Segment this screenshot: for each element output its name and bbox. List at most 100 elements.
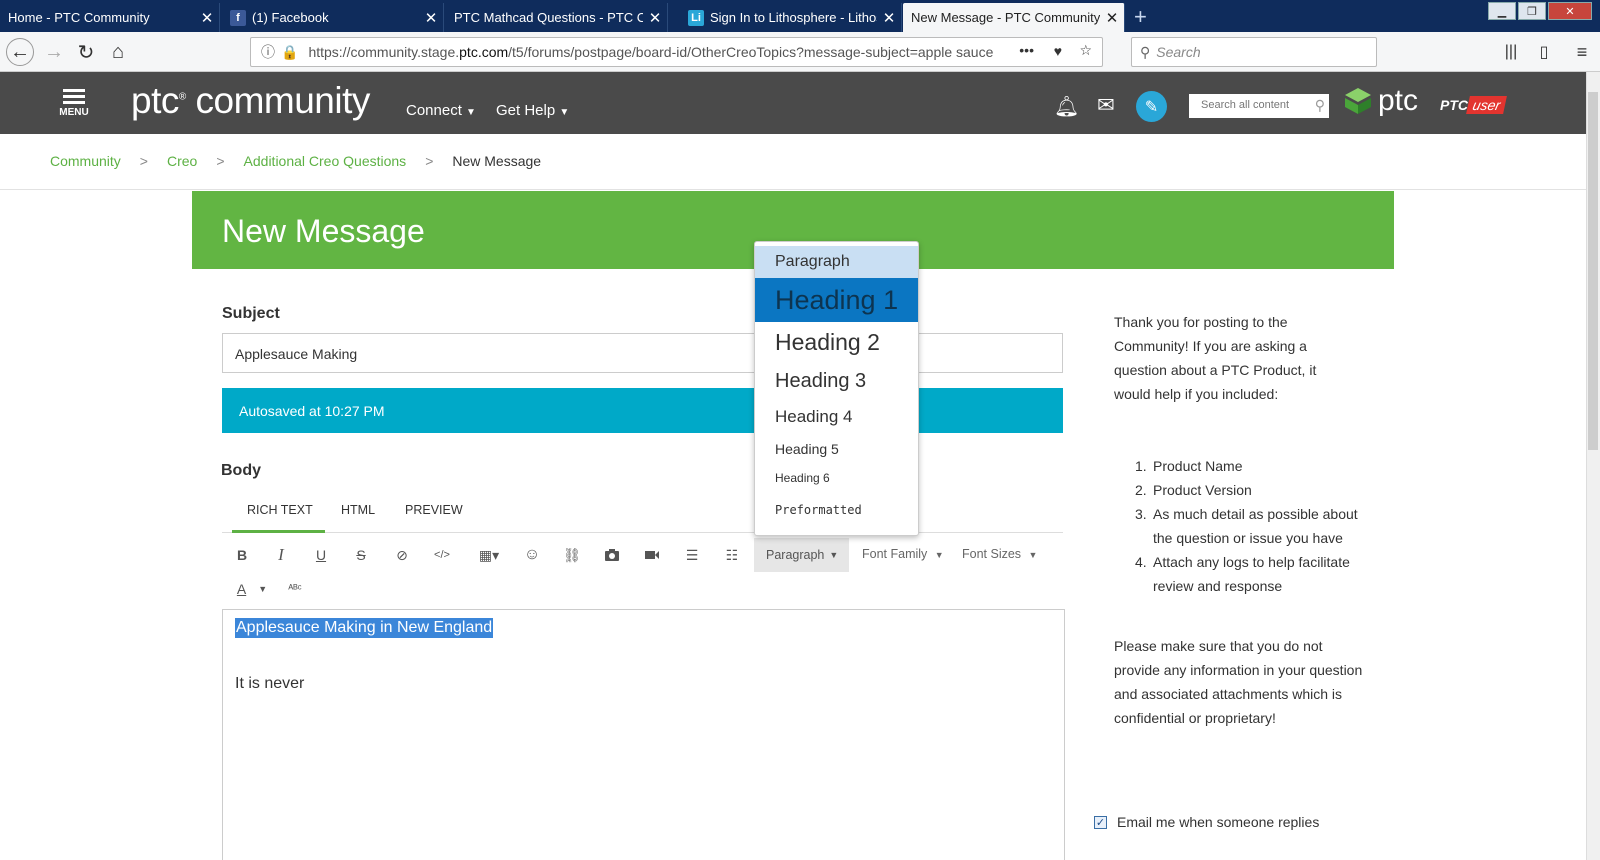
browser-nav-bar: ← → ↻ ⌂ ⓘ 🔒 https://community.stage. ptc.… bbox=[0, 32, 1600, 72]
format-option-heading-4[interactable]: Heading 4 bbox=[755, 400, 918, 434]
breadcrumb-current: New Message bbox=[452, 153, 542, 169]
video-icon[interactable] bbox=[643, 540, 661, 570]
sidebar-warning: Please make sure that you do not provide… bbox=[1114, 638, 1363, 726]
close-tab-icon[interactable]: ✕ bbox=[1100, 9, 1124, 27]
compose-button[interactable]: ✎ bbox=[1136, 91, 1167, 122]
new-tab-button[interactable]: + bbox=[1134, 4, 1147, 30]
back-arrow-icon[interactable]: ← bbox=[6, 38, 34, 66]
sidebar-intro: Thank you for posting to the Community! … bbox=[1114, 314, 1317, 402]
emoji-icon[interactable]: ☺ bbox=[523, 540, 541, 570]
caret-down-icon: ▼ bbox=[829, 550, 839, 560]
browser-tab-mathcad[interactable]: PTC Mathcad Questions - PTC Com ✕ bbox=[446, 3, 668, 32]
divider bbox=[0, 189, 1586, 190]
text-color-icon: A bbox=[236, 581, 247, 597]
rich-text-editor[interactable] bbox=[222, 609, 1065, 860]
email-notify-option[interactable]: ✓ Email me when someone replies bbox=[1094, 814, 1319, 830]
format-option-heading-1[interactable]: Heading 1 bbox=[755, 278, 918, 322]
caret-down-icon: ▼ bbox=[466, 107, 476, 118]
strikethrough-icon[interactable]: S bbox=[353, 540, 369, 570]
browser-tab-strip: Home - PTC Community ✕ f (1) Facebook ✕ … bbox=[0, 0, 1600, 32]
scrollbar-thumb[interactable] bbox=[1588, 92, 1598, 450]
breadcrumb: Community > Creo > Additional Creo Quest… bbox=[10, 134, 558, 188]
format-option-preformatted[interactable]: Preformatted bbox=[755, 494, 918, 526]
browser-tab-new-message[interactable]: New Message - PTC Community - ✕ bbox=[903, 3, 1125, 32]
paragraph-format-dropdown[interactable]: Paragraph ▼ bbox=[754, 538, 849, 572]
sidebar-checklist: 1. Product Name 2. Product Version 3. As mu… bbox=[1135, 454, 1365, 598]
reload-icon[interactable]: ↻ bbox=[72, 38, 100, 66]
selected-text[interactable]: Applesauce Making in New England bbox=[235, 618, 494, 638]
caret-down-icon: ▼ bbox=[1028, 550, 1038, 560]
tab-html[interactable]: HTML bbox=[341, 503, 375, 517]
italic-icon[interactable]: I bbox=[273, 540, 289, 570]
format-option-heading-6[interactable]: Heading 6 bbox=[755, 464, 918, 492]
close-tab-icon[interactable]: ✕ bbox=[877, 9, 901, 27]
ptc-brand-logo[interactable]: ptc bbox=[1344, 84, 1418, 118]
address-bar[interactable]: ⓘ 🔒 https://community.stage. ptc.com/t5/f… bbox=[250, 37, 1103, 67]
autosave-status: Autosaved at 10:27 PM bbox=[222, 388, 1063, 433]
sidebar-toggle-icon[interactable]: ▯ bbox=[1530, 38, 1558, 66]
forward-arrow-icon[interactable]: → bbox=[40, 38, 68, 66]
breadcrumb-additional-creo-questions[interactable]: Additional Creo Questions bbox=[244, 153, 407, 169]
restore-icon[interactable]: ❐ bbox=[1518, 2, 1546, 20]
table-icon[interactable]: ▦▾ bbox=[474, 540, 504, 570]
nav-connect[interactable]: Connect ▼ bbox=[406, 102, 476, 119]
info-icon[interactable]: ⓘ bbox=[261, 42, 275, 62]
caret-down-icon: ▼ bbox=[934, 550, 944, 560]
search-icon[interactable]: ⚲ bbox=[1315, 97, 1325, 114]
email-notify-checkbox[interactable]: ✓ bbox=[1094, 815, 1107, 829]
notifications-bell-icon[interactable]: 🔔︎ bbox=[1054, 94, 1079, 119]
photo-icon[interactable] bbox=[603, 540, 621, 570]
ptcuser-logo[interactable]: PTC user bbox=[1440, 96, 1508, 114]
breadcrumb-community[interactable]: Community bbox=[50, 153, 121, 169]
page-title: New Message bbox=[222, 213, 425, 249]
close-tab-icon[interactable]: ✕ bbox=[195, 9, 219, 27]
format-option-paragraph[interactable]: Paragraph bbox=[755, 246, 918, 278]
close-window-icon[interactable]: ✕ bbox=[1548, 2, 1592, 20]
format-option-heading-2[interactable]: Heading 2 bbox=[755, 322, 918, 362]
home-icon[interactable]: ⌂ bbox=[104, 38, 132, 66]
link-icon[interactable]: ⛓ bbox=[563, 540, 581, 570]
body-text-line[interactable]: It is never bbox=[235, 675, 304, 693]
pocket-icon[interactable]: ♥ bbox=[1054, 43, 1062, 59]
subject-input[interactable]: Applesauce Making bbox=[222, 333, 1063, 373]
browser-search-field[interactable]: ⚲ Search bbox=[1131, 37, 1377, 67]
list-item: 1. Product Name bbox=[1135, 458, 1243, 474]
hamburger-menu-icon[interactable]: ≡ bbox=[1568, 38, 1596, 66]
code-icon[interactable]: </> bbox=[433, 540, 451, 570]
ptc-community-logo[interactable]: ptc® community bbox=[131, 80, 370, 122]
breadcrumb-creo[interactable]: Creo bbox=[167, 153, 197, 169]
text-color-button[interactable]: A ▼ bbox=[232, 574, 272, 604]
close-tab-icon[interactable]: ✕ bbox=[643, 9, 667, 27]
format-option-heading-3[interactable]: Heading 3 bbox=[755, 362, 918, 400]
browser-tab-home[interactable]: Home - PTC Community ✕ bbox=[0, 3, 220, 32]
ptc-cube-icon bbox=[1345, 88, 1371, 114]
font-family-dropdown[interactable]: Font Family ▼ bbox=[862, 547, 944, 561]
mail-icon[interactable]: ✉ bbox=[1097, 93, 1115, 118]
minimize-icon[interactable]: ▁ bbox=[1488, 2, 1516, 20]
bold-icon[interactable]: B bbox=[234, 540, 250, 570]
format-option-heading-5[interactable]: Heading 5 bbox=[755, 434, 918, 464]
facebook-icon: f bbox=[230, 9, 246, 26]
caret-down-icon: ▼ bbox=[559, 107, 570, 118]
tab-divider bbox=[222, 532, 1063, 533]
library-icon[interactable]: ||| bbox=[1497, 38, 1525, 66]
browser-tab-facebook[interactable]: f (1) Facebook ✕ bbox=[222, 3, 444, 32]
list-item: 3. As much detail as possible about the q… bbox=[1135, 506, 1358, 546]
page-actions-icon[interactable]: ••• bbox=[1019, 42, 1034, 58]
list-item: 4. Attach any logs to help facilitate rev… bbox=[1135, 554, 1350, 594]
site-header: MENU ptc® community Connect ▼ Get Help ▼… bbox=[0, 72, 1586, 134]
tab-rich-text[interactable]: RICH TEXT bbox=[247, 503, 313, 517]
spellcheck-icon[interactable]: ᴬᴮᶜ bbox=[285, 574, 305, 604]
browser-tab-lithosphere[interactable]: Li Sign In to Lithosphere - Lithosp ✕ bbox=[680, 3, 902, 32]
bookmark-star-icon[interactable]: ☆ bbox=[1079, 42, 1092, 59]
numbered-list-icon[interactable]: ☰ bbox=[683, 540, 701, 570]
close-tab-icon[interactable]: ✕ bbox=[419, 9, 443, 27]
font-sizes-dropdown[interactable]: Font Sizes ▼ bbox=[962, 547, 1037, 561]
tab-preview[interactable]: PREVIEW bbox=[405, 503, 463, 517]
clear-formatting-icon[interactable]: ⊘ bbox=[393, 540, 411, 570]
bullet-list-icon[interactable]: ☷ bbox=[723, 540, 741, 570]
header-search-input[interactable]: Search all content ⚲ bbox=[1189, 94, 1329, 118]
nav-get-help[interactable]: Get Help ▼ bbox=[496, 102, 569, 119]
site-menu-button[interactable]: MENU bbox=[58, 86, 90, 118]
underline-icon[interactable]: U bbox=[313, 540, 329, 570]
